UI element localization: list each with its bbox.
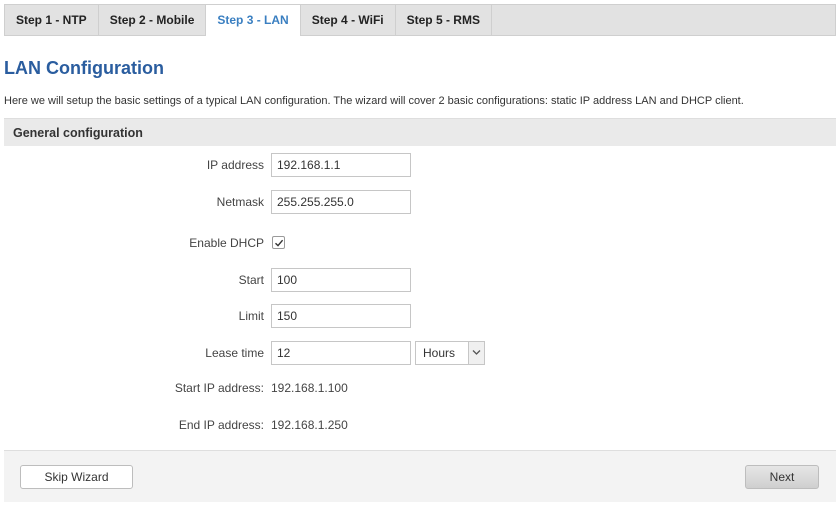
enable-dhcp-label: Enable DHCP <box>189 236 264 250</box>
start-ip-label: Start IP address: <box>174 381 264 395</box>
lease-time-input[interactable] <box>271 341 411 365</box>
start-ip-value: 192.168.1.100 <box>271 381 348 395</box>
tab-step-1-ntp[interactable]: Step 1 - NTP <box>5 5 99 35</box>
section-header: General configuration <box>4 118 836 146</box>
start-row: Start <box>0 268 840 292</box>
enable-dhcp-checkbox[interactable] <box>272 236 285 249</box>
tab-step-5-rms[interactable]: Step 5 - RMS <box>396 5 492 35</box>
wizard-tabs: Step 1 - NTP Step 2 - Mobile Step 3 - LA… <box>4 4 836 36</box>
wizard-footer: Skip Wizard Next <box>4 450 836 502</box>
enable-dhcp-row: Enable DHCP <box>0 231 840 255</box>
next-button[interactable]: Next <box>745 465 819 489</box>
tab-step-3-lan[interactable]: Step 3 - LAN <box>206 4 301 36</box>
lease-time-row: Lease time Hours <box>0 341 840 365</box>
end-ip-row: End IP address: 192.168.1.250 <box>0 413 840 437</box>
lease-time-label: Lease time <box>205 346 264 360</box>
tab-step-4-wifi[interactable]: Step 4 - WiFi <box>301 5 396 35</box>
end-ip-value: 192.168.1.250 <box>271 418 348 432</box>
limit-row: Limit <box>0 304 840 328</box>
ip-address-input[interactable] <box>271 153 411 177</box>
chevron-down-icon <box>472 350 481 355</box>
skip-wizard-button[interactable]: Skip Wizard <box>20 465 133 489</box>
start-input[interactable] <box>271 268 411 292</box>
netmask-input[interactable] <box>271 190 411 214</box>
ip-address-row: IP address <box>0 153 840 177</box>
limit-input[interactable] <box>271 304 411 328</box>
start-ip-row: Start IP address: 192.168.1.100 <box>0 376 840 400</box>
end-ip-label: End IP address: <box>178 418 264 432</box>
check-icon <box>275 239 284 247</box>
intro-text: Here we will setup the basic settings of… <box>4 95 744 107</box>
select-arrow <box>468 342 484 364</box>
ip-address-label: IP address <box>206 158 264 172</box>
tab-step-2-mobile[interactable]: Step 2 - Mobile <box>99 5 207 35</box>
lease-time-unit-select[interactable]: Hours <box>415 341 485 365</box>
netmask-label: Netmask <box>216 195 264 209</box>
page-title: LAN Configuration <box>4 58 164 78</box>
lease-time-unit-value: Hours <box>423 346 456 360</box>
start-label: Start <box>238 273 264 287</box>
netmask-row: Netmask <box>0 190 840 214</box>
limit-label: Limit <box>238 309 264 323</box>
